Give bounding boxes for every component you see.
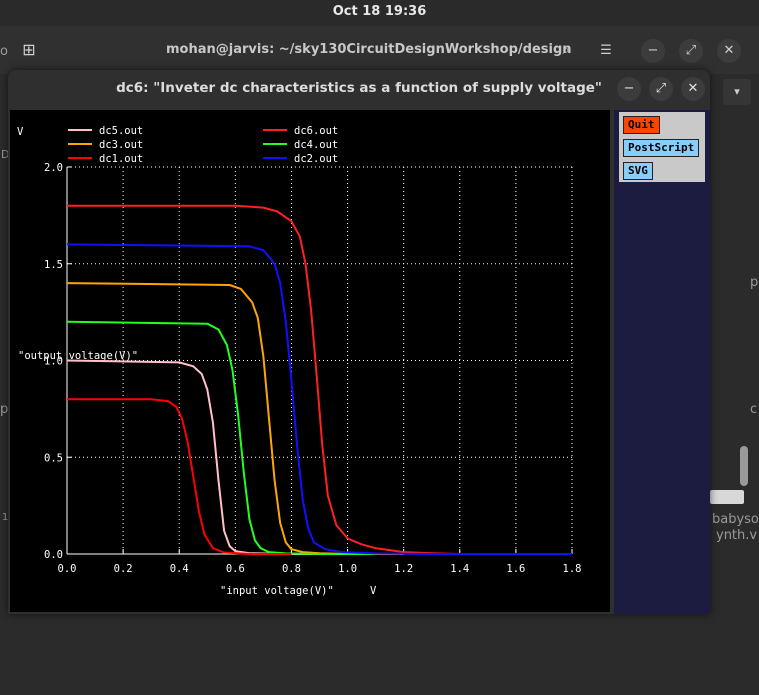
clock-datetime[interactable]: Oct 18 19:36 — [333, 4, 427, 19]
search-icon[interactable]: ⌕ — [554, 39, 578, 63]
dc-characteristics-chart: 0.0 0.2 0.4 0.6 0.8 1.0 1.2 1.4 1.6 1.80.00.51.01… — [17, 125, 582, 597]
terminal-close-button[interactable]: ✕ — [717, 39, 741, 63]
y-tick-label: 0.5 — [44, 452, 63, 464]
dc-plot-window: dc6: "Inveter dc characteristics as a fu… — [8, 70, 710, 614]
x-tick-label: 1.0 — [338, 563, 357, 575]
x-axis-label: "input voltage(V)" — [220, 585, 334, 597]
terminal-text-fragment: o — [0, 44, 8, 59]
plot-area: 0.0 0.2 0.4 0.6 0.8 1.0 1.2 1.4 1.6 1.8 0.0 0.5 1.0 1… — [10, 110, 610, 612]
dc-window-titlebar[interactable]: dc6: "Inveter dc characteristics as a fu… — [8, 70, 710, 108]
tab-dropdown-icon[interactable]: ▾ — [723, 79, 751, 105]
series-line — [67, 204, 572, 555]
legend-label: dc3.out — [99, 139, 143, 151]
dc-window-title: dc6: "Inveter dc characteristics as a fu… — [116, 80, 602, 96]
x-tick-label: 0.2 — [114, 563, 133, 575]
x-tick-label: 0.0 — [58, 563, 77, 575]
legend-label: dc1.out — [99, 153, 143, 165]
terminal-scrollbar[interactable] — [740, 446, 748, 486]
y-tick-label: 2.0 — [44, 162, 63, 174]
quit-button[interactable]: Quit — [623, 116, 660, 134]
x-tick-label: 0.4 — [170, 563, 189, 575]
terminal-minimize-button[interactable]: − — [641, 39, 665, 63]
dc-minimize-button[interactable]: − — [617, 77, 641, 101]
legend-label: dc6.out — [294, 125, 338, 137]
legend-label: dc4.out — [294, 139, 338, 151]
x-tick-label: 0.8 — [282, 563, 301, 575]
x-tick-label: 0.6 — [226, 563, 245, 575]
y-tick-label: 1.5 — [44, 259, 63, 271]
legend-label: dc5.out — [99, 125, 143, 137]
y-unit-label: V — [17, 126, 24, 138]
y-tick-label: 0.0 — [44, 549, 63, 561]
plot-control-panel: Quit PostScript SVG — [614, 110, 710, 614]
x-tick-label: 1.6 — [506, 563, 525, 575]
x-unit-label: V — [370, 585, 377, 597]
hamburger-menu-icon[interactable]: ☰ — [594, 39, 618, 63]
system-topbar: Oct 18 19:36 — [0, 0, 759, 26]
terminal-text-fragment: ynth.v — [716, 528, 758, 543]
svg-export-button[interactable]: SVG — [623, 162, 653, 180]
series-line — [67, 398, 292, 555]
x-tick-label: 1.2 — [394, 563, 413, 575]
terminal-title: mohan@jarvis: ~/sky130CircuitDesignWorks… — [166, 42, 572, 57]
terminal-maximize-button[interactable]: ⤢ — [679, 39, 703, 63]
terminal-text-fragment: babysoc — [712, 512, 759, 527]
dc-maximize-button[interactable]: ⤢ — [649, 77, 673, 101]
x-tick-label: 1.8 — [563, 563, 582, 575]
x-tick-label: 1.4 — [450, 563, 469, 575]
terminal-titlebar: ⊞ mohan@jarvis: ~/sky130CircuitDesignWor… — [0, 26, 759, 74]
terminal-text-fragment: p — [750, 275, 759, 290]
new-tab-icon[interactable]: ⊞ — [18, 39, 40, 61]
button-box: Quit PostScript SVG — [619, 112, 705, 182]
postscript-button[interactable]: PostScript — [623, 139, 700, 157]
file-icon[interactable] — [710, 490, 744, 504]
terminal-text-fragment: c — [750, 402, 758, 417]
dc-close-button[interactable]: ✕ — [681, 77, 705, 101]
legend-label: dc2.out — [294, 153, 338, 165]
